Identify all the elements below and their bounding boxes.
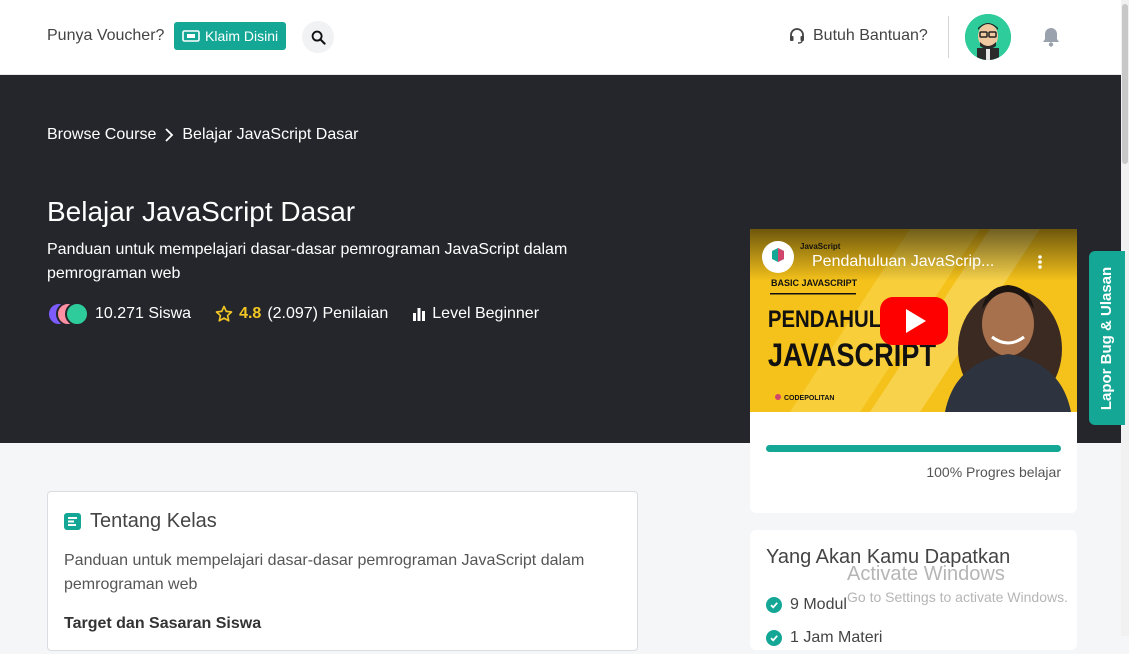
check-circle-icon [766, 629, 782, 646]
level-label: Level Beginner [432, 305, 540, 322]
students-count: 10.271 Siswa [95, 305, 192, 322]
watermark-line2: Go to Settings to activate Windows. [847, 589, 1068, 605]
video-channel-tag: JavaScript [800, 242, 841, 251]
course-subtitle: Panduan untuk mempelajari dasar-dasar pe… [47, 241, 568, 282]
report-bug-tab[interactable]: Lapor Bug & Ulasan [1089, 251, 1125, 425]
rating-stat: 4.8 (2.097) Penilaian [215, 305, 388, 323]
about-class-title: Tentang Kelas [90, 510, 217, 532]
voucher-prompt: Punya Voucher? [47, 27, 165, 44]
top-navbar: Punya Voucher? Klaim Disini Butuh Bantua… [0, 0, 1129, 75]
navbar-divider [948, 16, 949, 58]
breadcrumb-current: Belajar JavaScript Dasar [182, 126, 359, 143]
activate-windows-watermark: Activate Windows Go to Settings to activ… [847, 563, 1068, 605]
course-stats: 10.271 Siswa 4.8 (2.097) Penilaian Level… [47, 302, 563, 326]
progress-card: 100% Progres belajar [750, 412, 1077, 513]
search-button[interactable] [302, 21, 334, 53]
scrollbar-thumb[interactable] [1122, 4, 1128, 164]
help-label: Butuh Bantuan? [813, 27, 928, 44]
progress-bar-fill [766, 445, 1061, 452]
rating-count: (2.097) Penilaian [267, 305, 389, 322]
benefit-label: 1 Jam Materi [790, 628, 883, 646]
bell-icon [1043, 28, 1059, 47]
help-link[interactable]: Butuh Bantuan? [788, 27, 928, 45]
student-avatar [65, 302, 89, 326]
students-stat: 10.271 Siswa [47, 302, 191, 326]
benefit-label: 9 Modul [790, 595, 847, 613]
watermark-line1: Activate Windows [847, 563, 1005, 585]
rating-value: 4.8 [239, 305, 262, 322]
level-stat: Level Beginner [412, 305, 539, 323]
video-title[interactable]: Pendahuluan JavaScrip... [812, 253, 994, 270]
headset-icon [790, 28, 804, 44]
check-circle-icon [766, 596, 782, 613]
breadcrumb-browse-course[interactable]: Browse Course [47, 126, 156, 144]
claim-voucher-button[interactable]: Klaim Disini [174, 22, 287, 50]
bar-chart-icon [413, 308, 426, 321]
search-icon [311, 30, 326, 45]
about-class-header: Tentang Kelas [64, 510, 217, 533]
avatar-illustration [965, 14, 1011, 60]
notification-bell-button[interactable] [1041, 26, 1061, 53]
progress-bar [766, 445, 1061, 452]
list-item: 1 Jam Materi [766, 621, 882, 654]
chevron-right-icon [165, 128, 174, 142]
claim-voucher-label: Klaim Disini [205, 28, 279, 44]
about-class-card: Tentang Kelas Panduan untuk mempelajari … [47, 491, 638, 651]
video-badge: BASIC JAVASCRIPT [771, 278, 858, 288]
breadcrumb: Browse Course Belajar JavaScript Dasar [47, 126, 358, 144]
user-avatar[interactable] [965, 14, 1011, 60]
student-avatars [47, 302, 89, 326]
ticket-icon [182, 30, 200, 42]
report-bug-label: Lapor Bug & Ulasan [1098, 266, 1116, 410]
progress-label: 100% Progres belajar [926, 464, 1061, 480]
course-title: Belajar JavaScript Dasar [47, 196, 356, 227]
document-icon [64, 513, 81, 530]
video-brand: CODEPOLITAN [784, 395, 834, 402]
about-class-description: Panduan untuk mempelajari dasar-dasar pe… [64, 552, 585, 593]
video-thumbnail: BASIC JAVASCRIPT PENDAHULUAN JAVASCRIPT … [750, 229, 1077, 412]
star-icon [215, 305, 233, 322]
video-player[interactable]: BASIC JAVASCRIPT PENDAHULUAN JAVASCRIPT … [750, 229, 1077, 412]
target-students-heading: Target dan Sasaran Siswa [64, 615, 262, 632]
